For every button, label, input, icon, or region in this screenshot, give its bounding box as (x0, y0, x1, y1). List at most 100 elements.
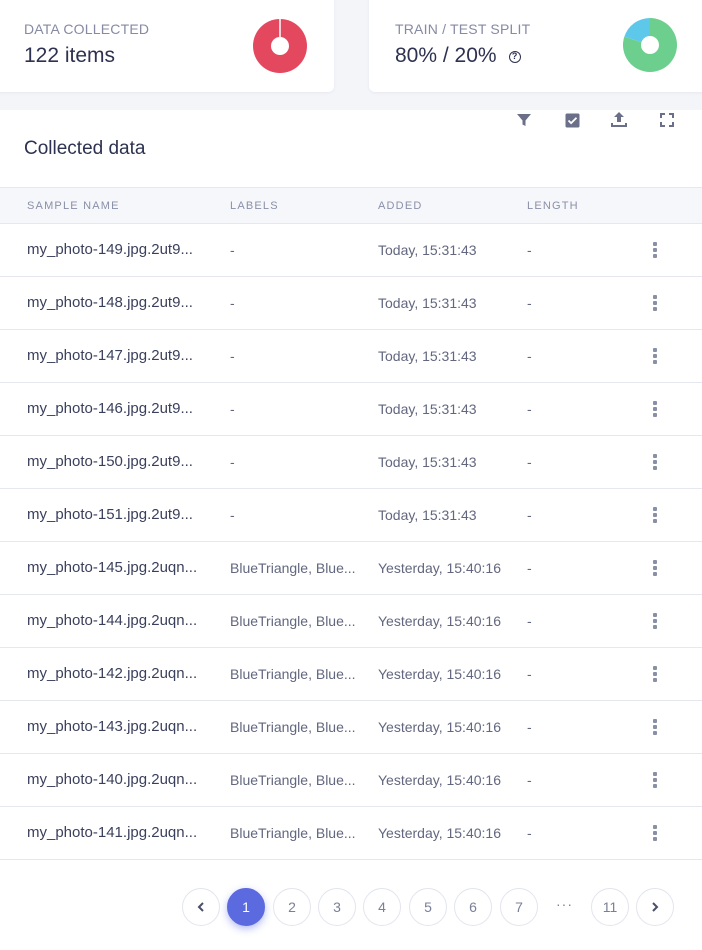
train-test-split-value-row: 80% / 20%? (395, 44, 521, 68)
pagination: 1 2 3 4 5 6 7 ··· 11 (0, 888, 702, 928)
sample-added: Today, 15:31:43 (378, 454, 477, 470)
sample-added: Yesterday, 15:40:16 (378, 719, 501, 735)
sample-added: Today, 15:31:43 (378, 401, 477, 417)
more-options-icon[interactable] (651, 719, 659, 735)
train-test-split-card: TRAIN / TEST SPLIT 80% / 20%? (369, 0, 702, 92)
checkbox-icon[interactable] (562, 110, 582, 130)
sample-name[interactable]: my_photo-149.jpg.2ut9... (27, 241, 193, 258)
more-options-icon[interactable] (651, 772, 659, 788)
table-row[interactable]: my_photo-150.jpg.2ut9... - Today, 15:31:43… (0, 436, 702, 489)
more-options-icon[interactable] (651, 666, 659, 682)
sample-length: - (527, 295, 532, 311)
page-button-6[interactable]: 6 (454, 888, 492, 926)
sample-added: Yesterday, 15:40:16 (378, 825, 501, 841)
sample-name[interactable]: my_photo-145.jpg.2uqn... (27, 559, 197, 576)
pagination-ellipsis: ··· (556, 896, 573, 912)
sample-length: - (527, 507, 532, 523)
more-options-icon[interactable] (651, 242, 659, 258)
sample-length: - (527, 242, 532, 258)
sample-length: - (527, 560, 532, 576)
sample-labels: - (230, 454, 235, 470)
sample-length: - (527, 401, 532, 417)
table-row[interactable]: my_photo-149.jpg.2ut9... - Today, 15:31:43… (0, 224, 702, 277)
page-button-3[interactable]: 3 (318, 888, 356, 926)
sample-name[interactable]: my_photo-144.jpg.2uqn... (27, 612, 197, 629)
table-header: SAMPLE NAME LABELS ADDED LENGTH (0, 187, 702, 224)
panel-title: Collected data (24, 138, 146, 159)
sample-added: Today, 15:31:43 (378, 348, 477, 364)
train-test-split-value: 80% / 20% (395, 44, 497, 67)
sample-labels: BlueTriangle, Blue... (230, 719, 356, 735)
sample-name[interactable]: my_photo-141.jpg.2uqn... (27, 824, 197, 841)
sample-name[interactable]: my_photo-140.jpg.2uqn... (27, 771, 197, 788)
more-options-icon[interactable] (651, 507, 659, 523)
sample-labels: - (230, 507, 235, 523)
sample-name[interactable]: my_photo-147.jpg.2ut9... (27, 347, 193, 364)
sample-length: - (527, 666, 532, 682)
sample-labels: BlueTriangle, Blue... (230, 825, 356, 841)
data-collected-value: 122 items (24, 44, 116, 67)
sample-added: Yesterday, 15:40:16 (378, 666, 501, 682)
page-button-5[interactable]: 5 (409, 888, 447, 926)
page-button-4[interactable]: 4 (363, 888, 401, 926)
more-options-icon[interactable] (651, 348, 659, 364)
sample-labels: - (230, 295, 235, 311)
more-options-icon[interactable] (651, 454, 659, 470)
more-options-icon[interactable] (651, 613, 659, 629)
data-collected-donut-icon (253, 19, 307, 73)
sample-added: Yesterday, 15:40:16 (378, 560, 501, 576)
page-button-1[interactable]: 1 (227, 888, 265, 926)
upload-icon[interactable] (609, 110, 629, 130)
sample-length: - (527, 348, 532, 364)
table-row[interactable]: my_photo-148.jpg.2ut9... - Today, 15:31:43… (0, 277, 702, 330)
table-row[interactable]: my_photo-146.jpg.2ut9... - Today, 15:31:43… (0, 383, 702, 436)
table-row[interactable]: my_photo-151.jpg.2ut9... - Today, 15:31:43… (0, 489, 702, 542)
fullscreen-icon[interactable] (657, 110, 677, 130)
sample-labels: BlueTriangle, Blue... (230, 613, 356, 629)
table-row[interactable]: my_photo-147.jpg.2ut9... - Today, 15:31:43… (0, 330, 702, 383)
collected-data-panel: Collected data SAMPLE NAME LABELS ADDED … (0, 110, 702, 950)
more-options-icon[interactable] (651, 295, 659, 311)
sample-name[interactable]: my_photo-142.jpg.2uqn... (27, 665, 197, 682)
sample-added: Yesterday, 15:40:16 (378, 772, 501, 788)
question-circle-icon[interactable]: ? (508, 51, 521, 63)
sample-name[interactable]: my_photo-143.jpg.2uqn... (27, 718, 197, 735)
sample-length: - (527, 719, 532, 735)
table-body: my_photo-149.jpg.2ut9... - Today, 15:31:43… (0, 224, 702, 860)
chevron-left-icon[interactable] (182, 888, 220, 926)
more-options-icon[interactable] (651, 401, 659, 417)
sample-labels: BlueTriangle, Blue... (230, 666, 356, 682)
column-header-sample-name[interactable]: SAMPLE NAME (27, 200, 120, 212)
sample-labels: BlueTriangle, Blue... (230, 560, 356, 576)
sample-name[interactable]: my_photo-148.jpg.2ut9... (27, 294, 193, 311)
table-row[interactable]: my_photo-142.jpg.2uqn... BlueTriangle, Bl… (0, 648, 702, 701)
sample-name[interactable]: my_photo-150.jpg.2ut9... (27, 453, 193, 470)
sample-added: Yesterday, 15:40:16 (378, 613, 501, 629)
table-row[interactable]: my_photo-140.jpg.2uqn... BlueTriangle, Bl… (0, 754, 702, 807)
sample-length: - (527, 613, 532, 629)
sample-name[interactable]: my_photo-151.jpg.2ut9... (27, 506, 193, 523)
table-row[interactable]: my_photo-143.jpg.2uqn... BlueTriangle, Bl… (0, 701, 702, 754)
sample-length: - (527, 825, 532, 841)
sample-labels: - (230, 401, 235, 417)
column-header-added[interactable]: ADDED (378, 200, 423, 212)
page-button-last[interactable]: 11 (591, 888, 629, 926)
table-row[interactable]: my_photo-141.jpg.2uqn... BlueTriangle, Bl… (0, 807, 702, 860)
column-header-labels[interactable]: LABELS (230, 200, 279, 212)
column-header-length[interactable]: LENGTH (527, 200, 579, 212)
more-options-icon[interactable] (651, 825, 659, 841)
table-row[interactable]: my_photo-145.jpg.2uqn... BlueTriangle, Bl… (0, 542, 702, 595)
more-options-icon[interactable] (651, 560, 659, 576)
page-button-7[interactable]: 7 (500, 888, 538, 926)
chevron-right-icon[interactable] (636, 888, 674, 926)
sample-name[interactable]: my_photo-146.jpg.2ut9... (27, 400, 193, 417)
sample-added: Today, 15:31:43 (378, 242, 477, 258)
train-test-split-label: TRAIN / TEST SPLIT (395, 21, 531, 37)
page-button-2[interactable]: 2 (273, 888, 311, 926)
sample-labels: BlueTriangle, Blue... (230, 772, 356, 788)
filter-icon[interactable] (514, 110, 534, 130)
sample-labels: - (230, 348, 235, 364)
sample-added: Today, 15:31:43 (378, 295, 477, 311)
table-row[interactable]: my_photo-144.jpg.2uqn... BlueTriangle, Bl… (0, 595, 702, 648)
train-test-split-donut (623, 18, 677, 72)
